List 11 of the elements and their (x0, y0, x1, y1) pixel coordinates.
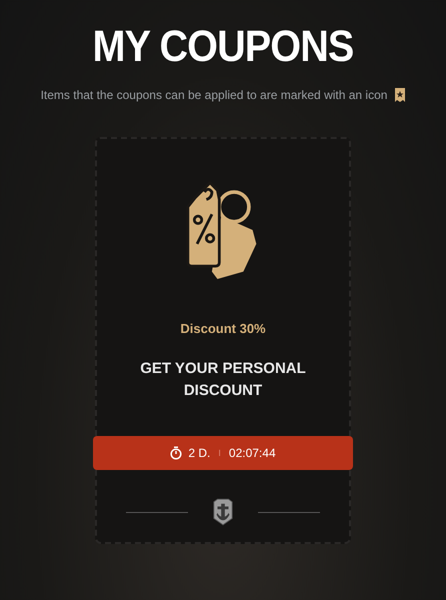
coupon-heading: GET YOUR PERSONAL DISCOUNT (139, 359, 307, 401)
coupon-marker-icon (395, 88, 406, 102)
discount-label: Discount 30% (180, 321, 266, 336)
stopwatch-icon (170, 446, 182, 460)
timer-separator: I (218, 448, 221, 458)
page-title: MY COUPONS (92, 22, 354, 72)
timer-days: 2 D. (188, 446, 210, 460)
anchor-shield-icon (212, 498, 234, 526)
subtitle: Items that the coupons can be applied to are marked with an icon (40, 88, 388, 102)
timer-time: 02:07:44 (228, 446, 276, 460)
coupon-card[interactable]: Discount 30% GET YOUR PERSONAL DISCOUNT 2 D. I 02:07:44 (95, 137, 351, 544)
